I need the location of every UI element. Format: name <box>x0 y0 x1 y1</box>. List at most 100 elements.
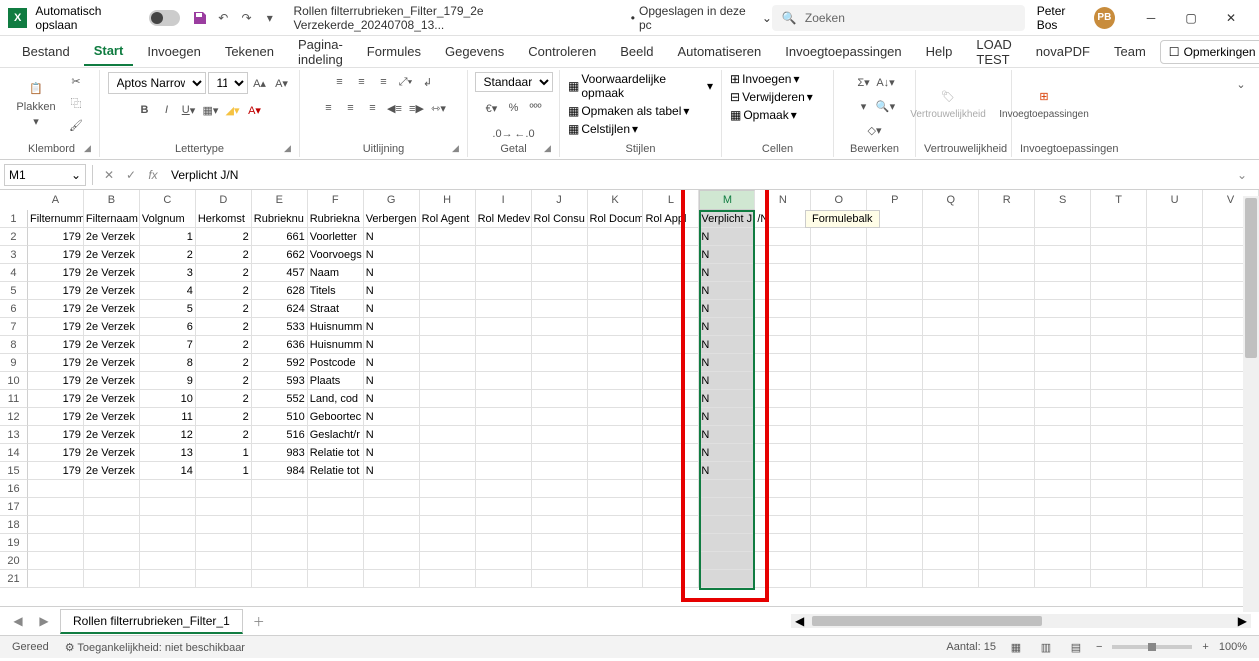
cell[interactable] <box>1147 516 1203 534</box>
cell[interactable] <box>84 570 140 588</box>
percent-icon[interactable]: % <box>504 98 524 118</box>
cell[interactable]: N <box>364 336 420 354</box>
cell[interactable] <box>1091 570 1147 588</box>
user-account[interactable]: Peter Bos PB <box>1037 4 1115 32</box>
cell[interactable] <box>979 444 1035 462</box>
cell[interactable] <box>923 372 979 390</box>
cell[interactable] <box>979 300 1035 318</box>
cell[interactable] <box>1147 282 1203 300</box>
align-bottom-icon[interactable]: ≡ <box>374 72 394 92</box>
cell[interactable]: 179 <box>28 336 84 354</box>
cell[interactable] <box>1147 444 1203 462</box>
font-size-select[interactable]: 11 <box>208 72 248 94</box>
cell[interactable] <box>1035 372 1091 390</box>
cell[interactable] <box>1091 426 1147 444</box>
cell[interactable]: N <box>364 390 420 408</box>
cell[interactable] <box>979 480 1035 498</box>
cell[interactable] <box>140 552 196 570</box>
cell[interactable] <box>1147 210 1203 228</box>
cell[interactable] <box>867 318 923 336</box>
cell[interactable]: N <box>699 300 755 318</box>
cell[interactable]: 552 <box>252 390 308 408</box>
cell[interactable]: 13 <box>140 444 196 462</box>
cell[interactable] <box>979 246 1035 264</box>
cell[interactable] <box>1035 462 1091 480</box>
cell[interactable] <box>532 354 588 372</box>
cell[interactable] <box>532 264 588 282</box>
cell[interactable] <box>979 534 1035 552</box>
cell[interactable] <box>979 210 1035 228</box>
vertical-scrollbar[interactable] <box>1243 196 1259 612</box>
cell[interactable]: 179 <box>28 462 84 480</box>
col-head-G[interactable]: G <box>364 190 420 210</box>
row-head[interactable]: 14 <box>0 444 28 462</box>
cell[interactable] <box>196 480 252 498</box>
cell[interactable] <box>643 282 699 300</box>
cell[interactable] <box>308 480 364 498</box>
cell[interactable] <box>923 480 979 498</box>
close-icon[interactable]: ✕ <box>1211 4 1251 32</box>
cell[interactable]: 179 <box>28 426 84 444</box>
cell[interactable] <box>420 282 476 300</box>
cell[interactable] <box>755 246 811 264</box>
cell[interactable] <box>699 498 755 516</box>
row-head[interactable]: 1 <box>0 210 28 228</box>
col-head-B[interactable]: B <box>84 190 140 210</box>
cell[interactable] <box>699 480 755 498</box>
cell[interactable] <box>1035 300 1091 318</box>
cell[interactable] <box>364 552 420 570</box>
tab-pagina[interactable]: Pagina-indeling <box>288 31 353 73</box>
cell[interactable] <box>923 354 979 372</box>
col-head-O[interactable]: O <box>811 190 867 210</box>
cell[interactable] <box>643 480 699 498</box>
cell[interactable]: 2e Verzek <box>84 318 140 336</box>
col-head-N[interactable]: N <box>755 190 811 210</box>
cell[interactable] <box>28 498 84 516</box>
cell[interactable] <box>979 264 1035 282</box>
align-left-icon[interactable]: ≡ <box>319 98 339 118</box>
cell[interactable] <box>1035 282 1091 300</box>
cell[interactable]: 628 <box>252 282 308 300</box>
col-head-M[interactable]: M <box>699 190 755 210</box>
cell[interactable]: 2 <box>196 390 252 408</box>
fill-icon[interactable]: ▾ <box>854 96 874 116</box>
cell[interactable]: 2e Verzek <box>84 426 140 444</box>
search-input[interactable]: 🔍 Zoeken <box>772 5 1025 31</box>
cell[interactable] <box>420 318 476 336</box>
cell[interactable] <box>643 246 699 264</box>
fx-icon[interactable]: fx <box>143 165 163 185</box>
cell[interactable] <box>1147 336 1203 354</box>
indent-increase-icon[interactable]: ≡▶ <box>407 98 427 118</box>
cell[interactable] <box>140 498 196 516</box>
cell[interactable] <box>867 228 923 246</box>
cell[interactable] <box>476 570 532 588</box>
cell[interactable] <box>420 228 476 246</box>
cell[interactable] <box>811 210 867 228</box>
cell[interactable] <box>867 300 923 318</box>
cell[interactable] <box>867 552 923 570</box>
cell[interactable]: N <box>364 354 420 372</box>
autosave-toggle[interactable]: Automatisch opslaan <box>35 4 180 32</box>
cell[interactable]: 4 <box>140 282 196 300</box>
tab-invoegtoepassingen[interactable]: Invoegtoepassingen <box>775 38 911 65</box>
cell[interactable]: 2e Verzek <box>84 444 140 462</box>
cell[interactable]: 3 <box>140 264 196 282</box>
tab-invoegen[interactable]: Invoegen <box>137 38 211 65</box>
cell[interactable]: N <box>364 318 420 336</box>
cell[interactable] <box>1091 228 1147 246</box>
cell[interactable] <box>867 516 923 534</box>
cell[interactable] <box>308 534 364 552</box>
row-head[interactable]: 4 <box>0 264 28 282</box>
font-color-icon[interactable]: A▾ <box>245 100 265 120</box>
orientation-icon[interactable]: ⤢▾ <box>396 72 416 92</box>
cell[interactable]: 179 <box>28 246 84 264</box>
cell[interactable] <box>476 552 532 570</box>
cell[interactable] <box>867 408 923 426</box>
cell[interactable]: Verbergen <box>364 210 420 228</box>
cell[interactable] <box>1147 228 1203 246</box>
toggle-switch-icon[interactable] <box>149 10 180 26</box>
dialog-launcher-icon[interactable]: ◢ <box>84 143 96 155</box>
cell[interactable] <box>867 570 923 588</box>
tab-bestand[interactable]: Bestand <box>12 38 80 65</box>
cell[interactable] <box>755 444 811 462</box>
